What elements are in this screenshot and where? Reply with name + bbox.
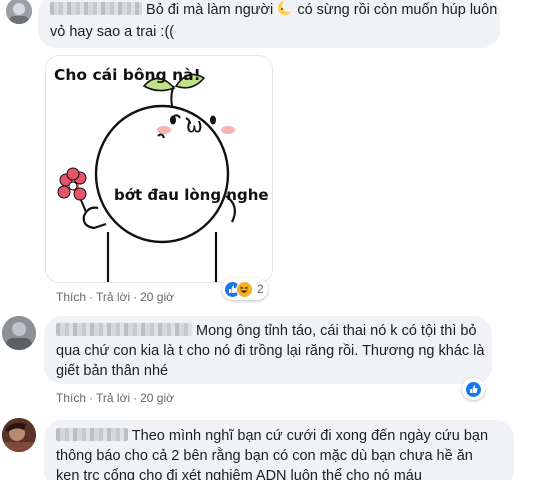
comment-text: ken trc cổng cho đi xét nghiệm ADN luôn … — [56, 468, 422, 480]
timestamp-link[interactable]: 20 giờ — [140, 391, 174, 405]
flower-icon — [57, 167, 87, 201]
comment-text: giết bản thân nhé — [56, 363, 169, 379]
timestamp-link[interactable]: 20 giờ — [140, 290, 174, 304]
comment-text: Theo mình nghĩ bạn cứ cưới đi xong đến n… — [131, 428, 489, 444]
separator-dot: · — [89, 391, 94, 405]
reply-link[interactable]: Trả lời — [96, 290, 130, 304]
commenter-avatar[interactable] — [2, 418, 36, 452]
comment-actions: Thích · Trả lời · 20 giờ — [56, 391, 174, 405]
commenter-avatar[interactable] — [6, 0, 32, 24]
comment-bubble: Bỏ đi mà làm người có sừng rồi còn muốn … — [38, 0, 500, 48]
comment-text: thông báo cho cả 2 bên rằng bạn có con m… — [56, 448, 473, 464]
commenter-name-blurred[interactable] — [56, 323, 192, 336]
comment-text: có sừng rồi còn muốn húp luôn — [297, 2, 498, 18]
commenter-name-blurred[interactable] — [50, 2, 142, 15]
haha-icon — [236, 280, 253, 298]
comment-text: Bỏ đi mà làm người — [146, 2, 274, 18]
avatar-photo-icon — [2, 418, 36, 452]
crescent-moon-emoji-icon — [277, 0, 295, 22]
commenter-avatar[interactable] — [2, 316, 36, 350]
avatar-photo-icon — [2, 316, 36, 350]
reaction-summary[interactable] — [462, 378, 485, 400]
sticker-caption-top: Cho cái bông nà! — [54, 66, 201, 84]
comment-actions: Thích · Trả lời · 20 giờ — [56, 290, 174, 304]
separator-dot: · — [133, 290, 138, 304]
avatar-photo-icon — [6, 0, 32, 24]
svg-text:ω: ω — [186, 113, 203, 137]
separator-dot: · — [133, 391, 138, 405]
reply-link[interactable]: Trả lời — [96, 391, 130, 405]
comment-text: qua chứ con kia là t cho nó đi trồng lại… — [56, 343, 485, 359]
like-link[interactable]: Thích — [56, 290, 86, 304]
comment-bubble: Theo mình nghĩ bạn cứ cưới đi xong đến n… — [44, 420, 514, 480]
commenter-name-blurred[interactable] — [56, 428, 128, 441]
separator-dot: · — [89, 290, 94, 304]
sticker-character-illustration: ω — [57, 73, 237, 282]
reaction-summary[interactable]: 2 — [222, 278, 268, 300]
sticker-image[interactable]: ω Cho cái bông nà! bớt đau lòng nghe — [45, 55, 273, 283]
like-icon — [465, 380, 482, 398]
reaction-count: 2 — [257, 282, 264, 296]
sticker-caption-middle: bớt đau lòng nghe — [114, 186, 269, 204]
like-link[interactable]: Thích — [56, 391, 86, 405]
comment-text: vỏ hay sao a trai :(( — [50, 24, 175, 40]
comment-bubble: Mong ông tỉnh táo, cái thai nó k có tội … — [44, 316, 492, 384]
comment-text: Mong ông tỉnh táo, cái thai nó k có tội … — [196, 323, 477, 339]
